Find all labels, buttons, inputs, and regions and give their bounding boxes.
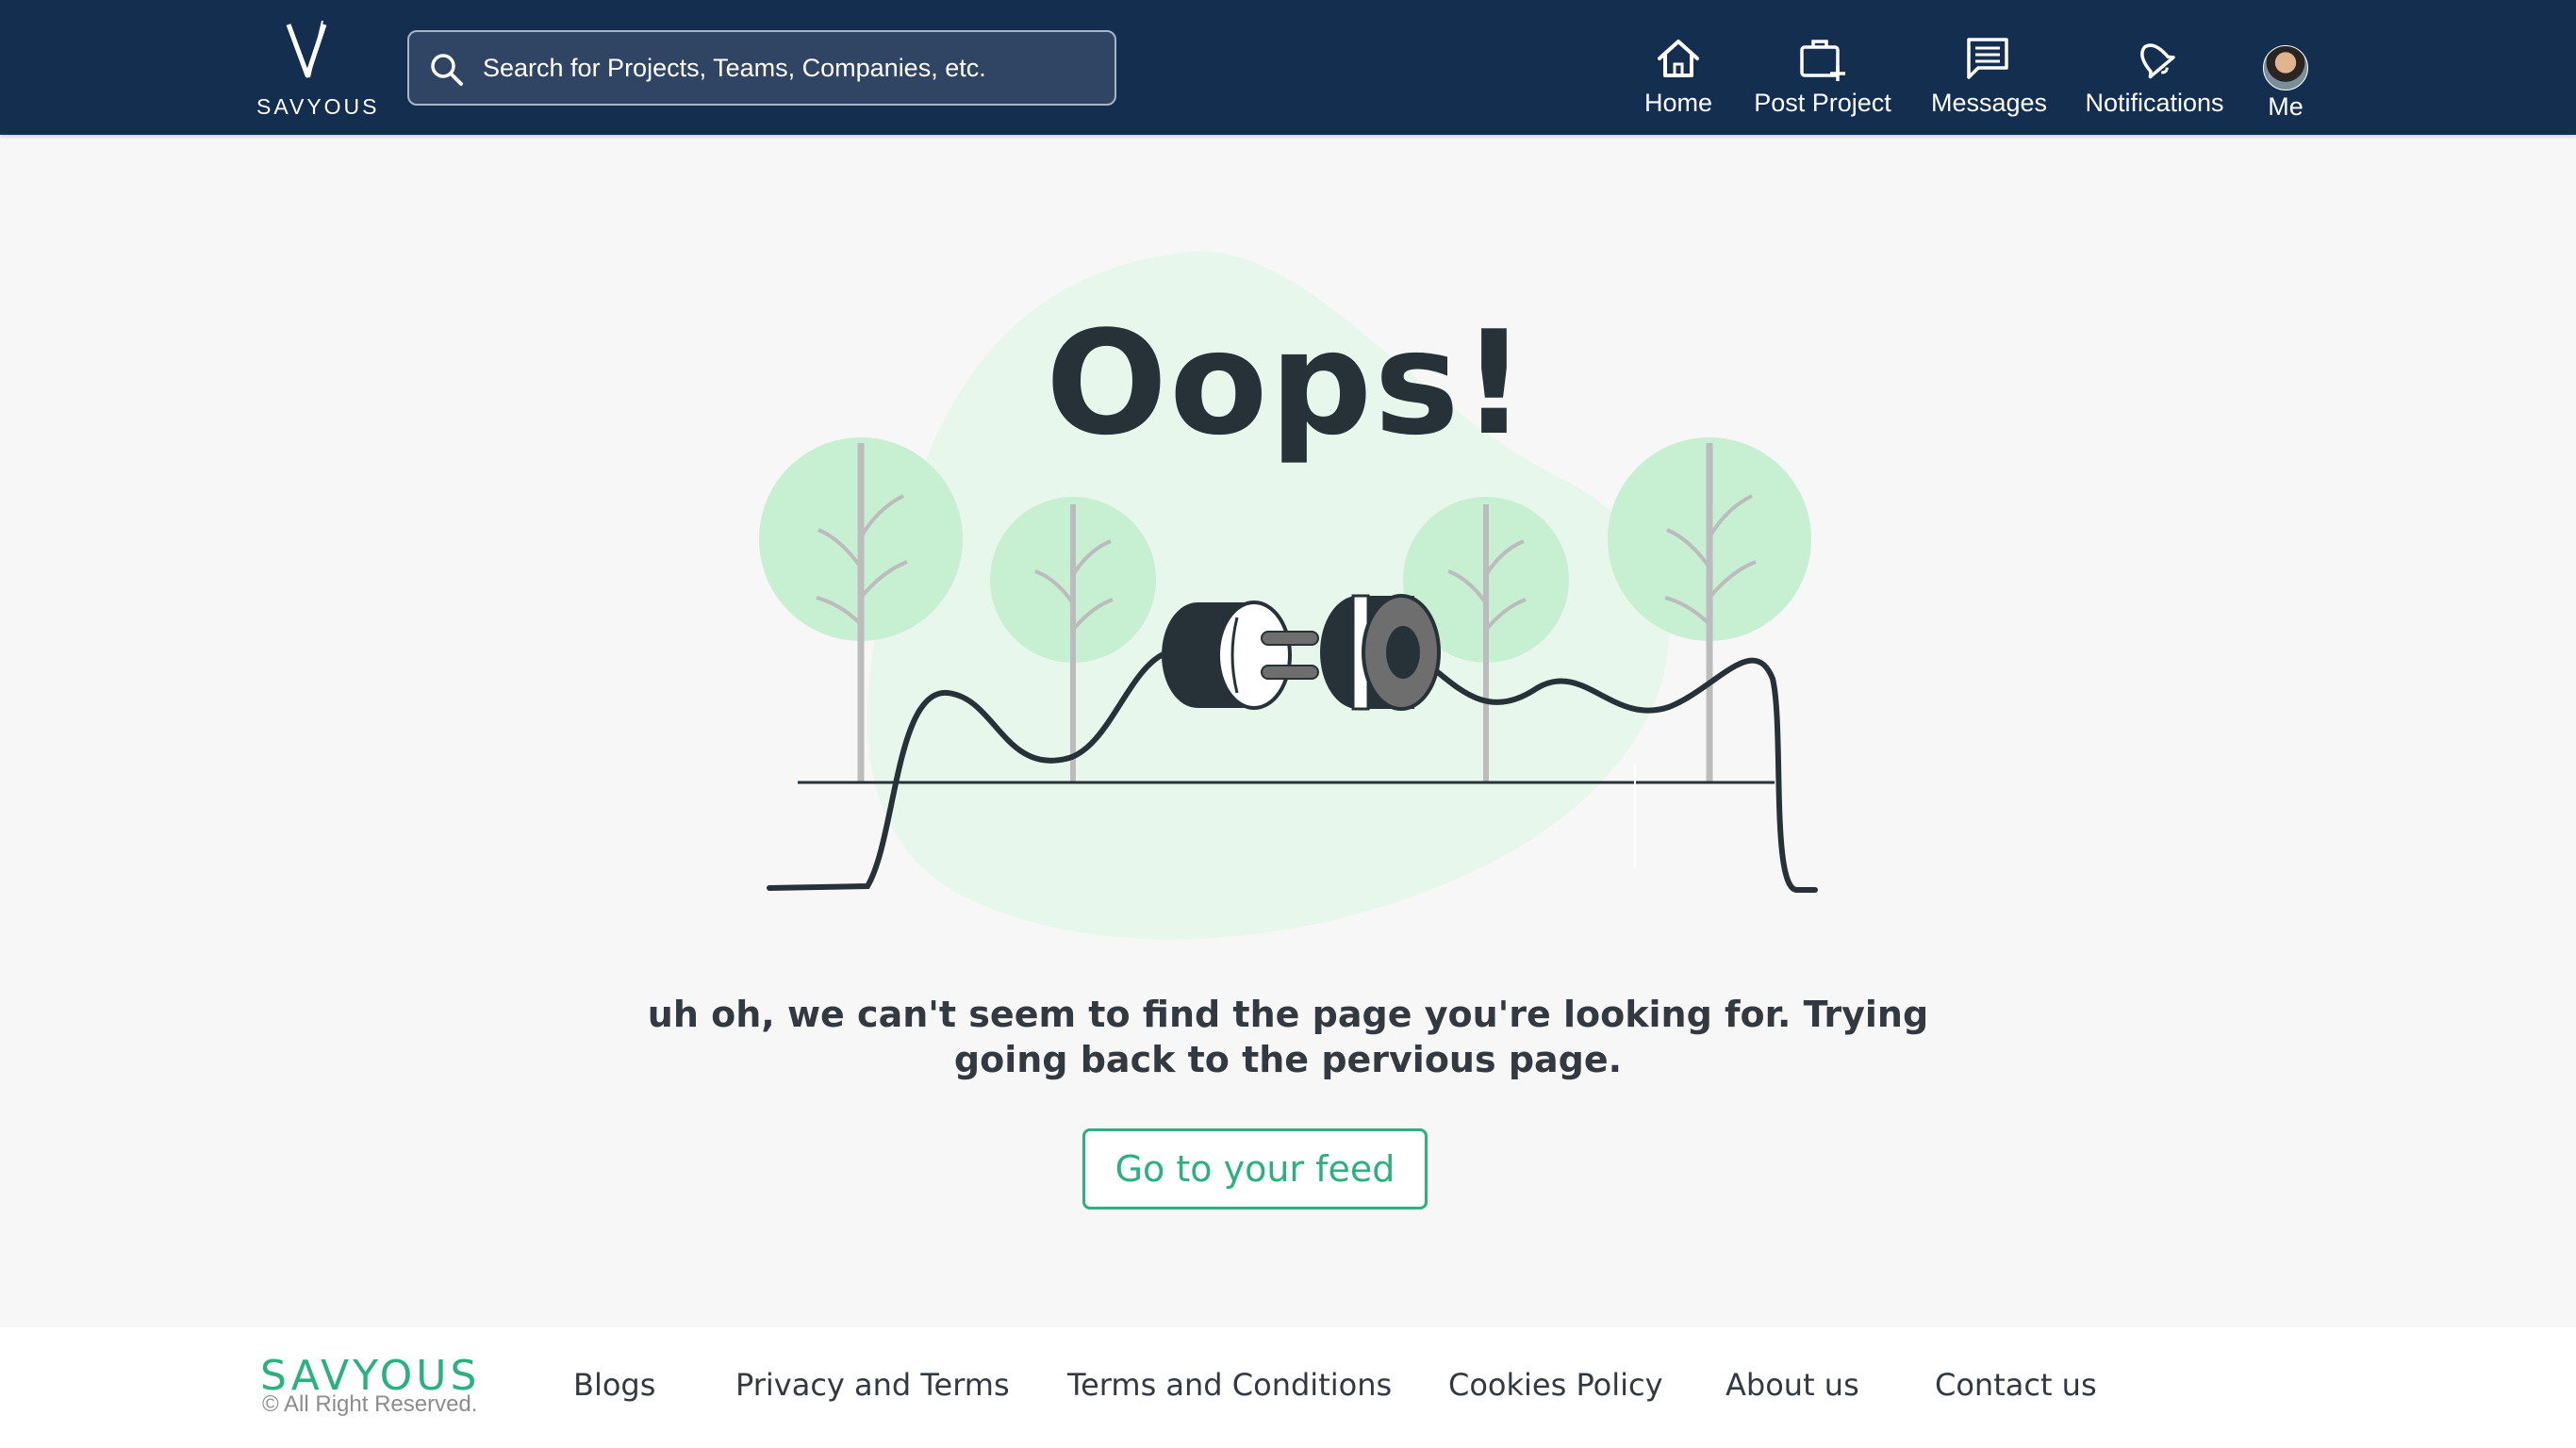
top-navbar: SAVYOUS Home Post Project xyxy=(0,0,2576,135)
search-bar[interactable] xyxy=(407,30,1116,106)
search-input[interactable] xyxy=(483,32,1105,104)
footer-link-privacy-and-terms[interactable]: Privacy and Terms xyxy=(735,1367,1010,1403)
nav-home[interactable]: Home xyxy=(1639,32,1718,126)
footer-link-about-us[interactable]: About us xyxy=(1726,1367,1859,1403)
logo-mark-icon xyxy=(286,20,327,78)
nav-notifications[interactable]: Notifications xyxy=(2084,32,2225,126)
footer-link-contact-us[interactable]: Contact us xyxy=(1935,1367,2097,1403)
nav-me-label: Me xyxy=(2268,92,2304,121)
footer-link-terms-and-conditions[interactable]: Terms and Conditions xyxy=(1067,1367,1392,1403)
footer-link-blogs[interactable]: Blogs xyxy=(573,1367,655,1403)
page-title: Oops! xyxy=(1045,300,1529,467)
savyous-logo[interactable]: SAVYOUS xyxy=(256,19,380,119)
footer-link-cookies-policy[interactable]: Cookies Policy xyxy=(1448,1367,1663,1403)
search-icon xyxy=(431,54,463,86)
error-message: uh oh, we can't seem to find the page yo… xyxy=(647,994,1929,1080)
nav-messages[interactable]: Messages xyxy=(1931,32,2048,126)
nav-me[interactable]: Me xyxy=(2257,32,2314,126)
nav-messages-label: Messages xyxy=(1931,89,2048,117)
message-icon xyxy=(1967,38,2008,79)
home-icon xyxy=(1658,40,1699,77)
logo-text: SAVYOUS xyxy=(256,94,380,119)
nav-post-project-label: Post Project xyxy=(1754,89,1891,117)
copyright-text: © All Right Reserved. xyxy=(262,1391,478,1417)
nav-notifications-label: Notifications xyxy=(2085,89,2224,117)
briefcase-plus-icon xyxy=(1800,40,1845,81)
socket-icon xyxy=(1320,594,1441,711)
bell-icon xyxy=(2140,43,2175,79)
nav-home-label: Home xyxy=(1643,89,1713,117)
avatar xyxy=(2263,45,2308,90)
footer: SAVYOUS © All Right Reserved. Blogs Priv… xyxy=(0,1327,2576,1448)
go-to-feed-button[interactable]: Go to your feed xyxy=(1082,1128,1428,1209)
nav-post-project[interactable]: Post Project xyxy=(1752,32,1893,126)
